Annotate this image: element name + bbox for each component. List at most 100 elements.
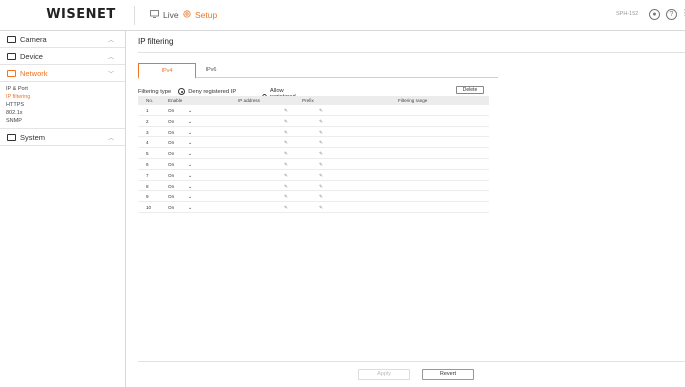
tab-ipv6[interactable]: IPv6 (182, 63, 240, 78)
chevron-down-icon[interactable]: ⌄ (188, 119, 192, 125)
chevron-down-icon: ﹀ (108, 72, 115, 78)
edit-prefix-icon[interactable]: ✎ (319, 184, 323, 190)
edit-prefix-icon[interactable]: ✎ (319, 162, 323, 168)
row-number: 3 (146, 129, 149, 135)
system-icon (7, 133, 16, 141)
table-row: 6 On ⌄ ✎ ✎ (138, 159, 489, 170)
edit-ip-icon[interactable]: ✎ (284, 162, 288, 168)
enable-select[interactable]: On (168, 194, 174, 199)
table-row: 1 On ⌄ ✎ ✎ (138, 105, 489, 116)
sidebar-item-snmp[interactable]: SNMP (6, 117, 125, 125)
gear-icon (183, 10, 191, 20)
chevron-down-icon[interactable]: ⌄ (188, 184, 192, 190)
top-bar: WISENET Live Setup SPH-152 ● ? ⋮ (0, 0, 685, 31)
chevron-down-icon[interactable]: ⌄ (188, 162, 192, 168)
apply-button[interactable]: Apply (358, 369, 410, 380)
table-row: 4 On ⌄ ✎ ✎ (138, 137, 489, 149)
filtering-type-row: Filtering type Deny registered IP Allow … (138, 88, 296, 106)
delete-button[interactable]: Delete (456, 86, 484, 94)
main-content: IP filtering IPv4 IPv6 Filtering type De… (126, 31, 685, 387)
revert-button[interactable]: Revert (422, 369, 474, 380)
nav-live[interactable]: Live (150, 10, 179, 20)
edit-ip-icon[interactable]: ✎ (284, 130, 288, 136)
enable-select[interactable]: On (168, 205, 174, 210)
sidebar-item-https[interactable]: HTTPS (6, 101, 125, 109)
edit-prefix-icon[interactable]: ✎ (319, 108, 323, 114)
monitor-icon (150, 10, 159, 20)
edit-ip-icon[interactable]: ✎ (284, 119, 288, 125)
device-icon (7, 52, 16, 60)
row-number: 5 (146, 151, 149, 157)
network-submenu: IP & Port IP filtering HTTPS 802.1x SNMP (0, 82, 125, 129)
edit-prefix-icon[interactable]: ✎ (319, 130, 323, 136)
row-number: 4 (146, 140, 149, 146)
chevron-down-icon[interactable]: ⌄ (188, 140, 192, 146)
help-icon[interactable]: ? (666, 9, 677, 20)
enable-select[interactable]: On (168, 173, 174, 178)
title-divider (138, 52, 685, 53)
nav-live-label: Live (163, 10, 179, 20)
sidebar-item-camera[interactable]: Camera ︿ (0, 31, 125, 48)
chevron-down-icon[interactable]: ⌄ (188, 108, 192, 114)
edit-prefix-icon[interactable]: ✎ (319, 173, 323, 179)
sidebar-item-network[interactable]: Network ﹀ (0, 65, 125, 82)
col-enable: Enable (168, 98, 183, 103)
edit-ip-icon[interactable]: ✎ (284, 173, 288, 179)
edit-prefix-icon[interactable]: ✎ (319, 194, 323, 200)
table-row: 8 On ⌄ ✎ ✎ (138, 181, 489, 192)
edit-ip-icon[interactable]: ✎ (284, 194, 288, 200)
edit-prefix-icon[interactable]: ✎ (319, 151, 323, 157)
logo-divider (134, 6, 135, 25)
nav-setup[interactable]: Setup (183, 10, 217, 20)
enable-select[interactable]: On (168, 130, 174, 135)
radio-deny[interactable]: Deny registered IP (178, 88, 236, 95)
col-no: No. (146, 98, 154, 103)
sidebar: Camera ︿ Device ︿ Network ﹀ IP & Port IP… (0, 31, 126, 387)
sidebar-item-device[interactable]: Device ︿ (0, 48, 125, 65)
chevron-down-icon[interactable]: ⌄ (188, 130, 192, 136)
enable-select[interactable]: On (168, 119, 174, 124)
edit-ip-icon[interactable]: ✎ (284, 205, 288, 211)
row-number: 8 (146, 183, 149, 189)
enable-select[interactable]: On (168, 162, 174, 167)
enable-select[interactable]: On (168, 184, 174, 189)
chevron-up-icon: ︿ (108, 55, 115, 61)
radio-selected-icon (178, 88, 186, 95)
table-row: 3 On ⌄ ✎ ✎ (138, 127, 489, 138)
sidebar-item-ip-port[interactable]: IP & Port (6, 85, 125, 93)
filtering-type-label: Filtering type (138, 88, 172, 95)
edit-ip-icon[interactable]: ✎ (284, 151, 288, 157)
row-number: 9 (146, 194, 149, 200)
chevron-down-icon[interactable]: ⌄ (188, 194, 192, 200)
edit-prefix-icon[interactable]: ✎ (319, 140, 323, 146)
sidebar-item-system[interactable]: System ︿ (0, 129, 125, 146)
table-header: No. Enable IP address Prefix Filtering r… (138, 96, 489, 105)
sidebar-item-ip-filtering[interactable]: IP filtering (6, 93, 125, 101)
sidebar-item-8021x[interactable]: 802.1x (6, 109, 125, 117)
edit-ip-icon[interactable]: ✎ (284, 140, 288, 146)
enable-select[interactable]: On (168, 140, 174, 145)
chevron-up-icon: ︿ (108, 38, 115, 44)
edit-ip-icon[interactable]: ✎ (284, 184, 288, 190)
user-icon[interactable]: ● (649, 9, 660, 20)
enable-select[interactable]: On (168, 108, 174, 113)
sidebar-item-label: Camera (20, 34, 47, 44)
enable-select[interactable]: On (168, 151, 174, 156)
table-row: 2 On ⌄ ✎ ✎ (138, 116, 489, 127)
chevron-down-icon[interactable]: ⌄ (188, 151, 192, 157)
sidebar-item-label: System (20, 132, 46, 142)
row-number: 7 (146, 172, 149, 178)
edit-prefix-icon[interactable]: ✎ (319, 119, 323, 125)
logo: WISENET (46, 7, 116, 22)
edit-prefix-icon[interactable]: ✎ (319, 205, 323, 211)
camera-icon (7, 35, 16, 43)
edit-ip-icon[interactable]: ✎ (284, 108, 288, 114)
chevron-down-icon[interactable]: ⌄ (188, 205, 192, 211)
model-name: SPH-152 (616, 11, 639, 17)
footer-divider (138, 361, 685, 362)
radio-deny-label: Deny registered IP (188, 88, 237, 95)
col-filtering-range: Filtering range (398, 98, 428, 103)
tab-bar: IPv4 IPv6 (138, 63, 498, 79)
chevron-down-icon[interactable]: ⌄ (188, 173, 192, 179)
more-icon[interactable]: ⋮ (681, 8, 685, 17)
